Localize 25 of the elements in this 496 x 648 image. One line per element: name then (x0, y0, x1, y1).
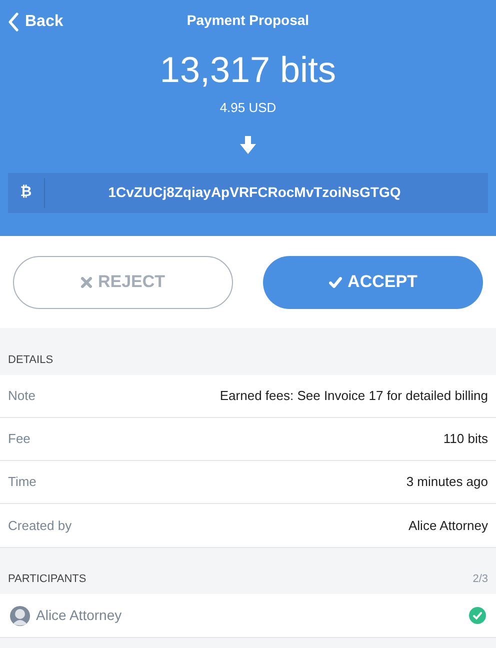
participant-count: 2/3 (472, 572, 488, 586)
detail-label: Time (8, 473, 36, 492)
amount-text: 13,317 bits (160, 50, 336, 90)
checkmark-icon (328, 276, 342, 288)
detail-value: 3 minutes ago (406, 473, 488, 492)
accept-button[interactable]: ACCEPT (263, 256, 483, 308)
detail-label: Note (8, 387, 36, 406)
detail-value: Earned fees: See Invoice 17 for detailed billing (220, 387, 488, 406)
detail-label: Created by (8, 516, 72, 535)
detail-label: Fee (8, 430, 30, 448)
avatar-icon (10, 606, 30, 626)
participant-name: Alice Attorney (36, 606, 123, 625)
back-button[interactable]: Back (8, 10, 64, 34)
bitcoin-symbol: ₿ (19, 183, 33, 202)
detail-value: Alice Attorney (408, 516, 488, 535)
chevron-left-icon (8, 12, 19, 32)
section-heading: PARTICIPANTS (8, 572, 86, 586)
section-heading: DETAILS (8, 352, 54, 368)
page-title: Payment Proposal (186, 10, 310, 30)
close-icon (80, 276, 92, 288)
address-text: 1CvZUCj8ZqiayApVRFCRocMvTzoiNsGTGQ (107, 183, 402, 202)
reject-button[interactable]: REJECT (13, 256, 233, 308)
fiat-amount: 4.95 USD (220, 99, 276, 117)
detail-value: 110 bits (443, 430, 488, 448)
arrow-down-icon (240, 136, 256, 154)
